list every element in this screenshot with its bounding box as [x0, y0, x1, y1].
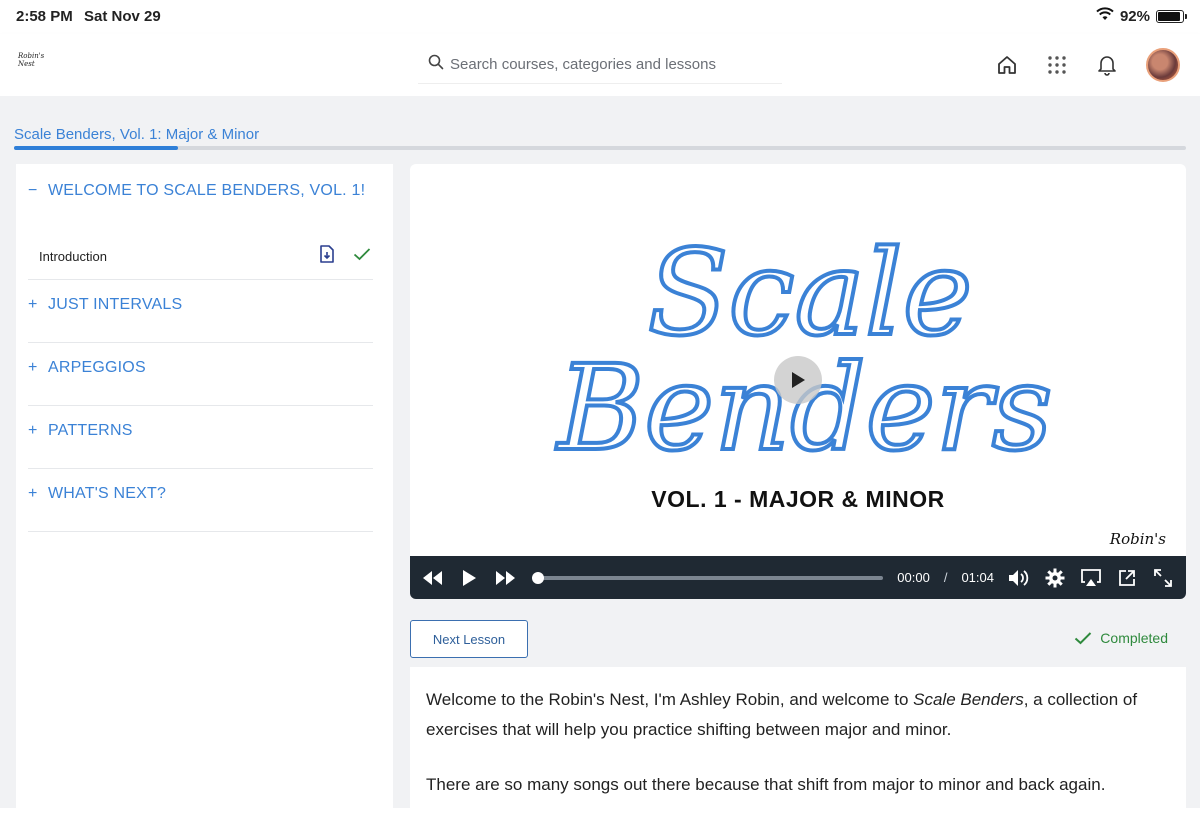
next-lesson-button[interactable]: Next Lesson — [410, 620, 528, 658]
fast-forward-icon[interactable] — [494, 567, 516, 589]
top-nav: Robin's Nest Search courses, categories … — [0, 34, 1200, 96]
lesson-label: Introduction — [39, 249, 107, 264]
current-time: 00:00 — [897, 570, 930, 585]
description-paragraph-1: Welcome to the Robin's Nest, I'm Ashley … — [426, 690, 1138, 739]
apps-grid-icon[interactable] — [1046, 54, 1068, 76]
bottom-strip — [0, 808, 1200, 833]
battery-icon — [1156, 9, 1187, 23]
play-icon[interactable] — [458, 567, 480, 589]
course-progress-fill — [14, 146, 179, 150]
bell-icon[interactable] — [1096, 54, 1118, 76]
section-patterns[interactable]: + PATTERNS — [28, 422, 373, 469]
volume-icon[interactable] — [1008, 567, 1030, 589]
expand-icon: + — [28, 422, 38, 439]
section-label: WHAT'S NEXT? — [48, 485, 167, 502]
header-actions — [996, 48, 1180, 82]
section-just-intervals[interactable]: + JUST INTERVALS — [28, 296, 373, 343]
search-input[interactable]: Search courses, categories and lessons — [450, 56, 716, 73]
expand-icon: + — [28, 359, 38, 376]
avatar[interactable] — [1146, 48, 1180, 82]
video-subtitle: VOL. 1 - MAJOR & MINOR — [651, 486, 945, 512]
video-controls: 00:00 / 01:04 — [410, 556, 1186, 599]
wifi-icon — [1096, 7, 1114, 25]
logo-text: Robin's Nest — [18, 52, 45, 68]
expand-icon: + — [28, 296, 38, 313]
lesson-actions: Next Lesson Completed — [410, 620, 1186, 660]
seek-handle[interactable] — [532, 571, 544, 584]
home-icon[interactable] — [996, 54, 1018, 76]
settings-gear-icon[interactable] — [1044, 567, 1066, 589]
play-icon — [792, 372, 805, 388]
section-label: WELCOME TO SCALE BENDERS, VOL. 1! — [48, 182, 366, 199]
collapse-icon: − — [28, 182, 38, 199]
course-progress-bar — [14, 146, 1186, 150]
robins-nest-logo[interactable]: Robin's Nest — [18, 52, 44, 74]
section-label: PATTERNS — [48, 422, 133, 439]
duration: 01:04 — [961, 570, 994, 585]
video-player[interactable]: Scale Benders VOL. 1 - MAJOR & MINOR Rob… — [410, 164, 1186, 599]
search-bar[interactable]: Search courses, categories and lessons — [418, 46, 782, 84]
popout-icon[interactable] — [1116, 567, 1138, 589]
section-label: JUST INTERVALS — [48, 296, 183, 313]
battery-percent: 92% — [1119, 7, 1150, 25]
status-indicators: 92% — [1096, 7, 1187, 25]
fullscreen-icon[interactable] — [1152, 567, 1174, 589]
rewind-icon[interactable] — [422, 567, 444, 589]
completed-label: Completed — [1100, 630, 1168, 646]
status-time: 2:58 PM — [16, 8, 73, 25]
time-separator: / — [943, 570, 948, 585]
brand-watermark: Robin's — [1109, 530, 1166, 548]
section-whats-next[interactable]: + WHAT'S NEXT? — [28, 485, 373, 532]
status-bar: 2:58 PM Sat Nov 29 92% — [0, 0, 1200, 34]
seek-bar[interactable] — [532, 571, 884, 584]
main-area: Scale Benders, Vol. 1: Major & Minor − W… — [0, 96, 1200, 824]
section-welcome[interactable]: − WELCOME TO SCALE BENDERS, VOL. 1! — [28, 182, 373, 234]
status-date: Sat Nov 29 — [84, 8, 161, 25]
section-label: ARPEGGIOS — [48, 359, 146, 376]
section-arpeggios[interactable]: + ARPEGGIOS — [28, 359, 373, 406]
lesson-description: Welcome to the Robin's Nest, I'm Ashley … — [410, 667, 1186, 824]
check-icon — [353, 247, 371, 266]
search-icon — [428, 54, 444, 75]
completed-status: Completed — [1074, 630, 1168, 646]
airplay-icon[interactable] — [1080, 567, 1102, 589]
expand-icon: + — [28, 485, 38, 502]
course-name-emphasis: Scale Benders — [913, 690, 1024, 709]
lesson-item-introduction[interactable]: Introduction — [28, 234, 373, 280]
play-overlay-button[interactable] — [774, 356, 822, 404]
download-file-icon[interactable] — [319, 245, 335, 268]
lesson-content: Scale Benders VOL. 1 - MAJOR & MINOR Rob… — [410, 164, 1186, 824]
check-icon — [1075, 632, 1092, 645]
course-title[interactable]: Scale Benders, Vol. 1: Major & Minor — [14, 126, 259, 143]
lesson-sidebar: − WELCOME TO SCALE BENDERS, VOL. 1! Intr… — [16, 164, 393, 808]
